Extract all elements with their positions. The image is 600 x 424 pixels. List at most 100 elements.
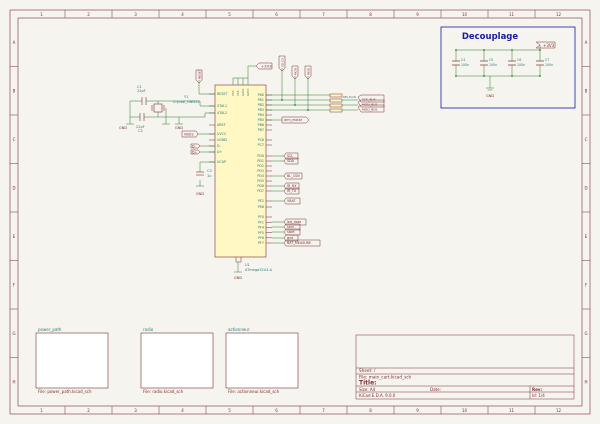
mcu-ref: U1 — [245, 263, 250, 267]
mcu-right-pin-name: PB7 — [258, 128, 264, 132]
mcu-right-pin-name: PD1 — [257, 159, 264, 163]
mcu-right-pin-name: PC6 — [258, 138, 264, 142]
frame-col-label: 3 — [134, 12, 137, 17]
vbus-label: VBUS — [184, 133, 194, 137]
frame-col-label: 7 — [322, 408, 325, 413]
mcu-right-pin-name: PE2 — [258, 199, 264, 203]
decoupling-gnd-label: GND — [486, 94, 494, 98]
crystal-value: Crystal_GND24 — [173, 100, 200, 104]
sck-bus-label: SCK_BUS — [362, 97, 376, 101]
decoupling-title: Decouplage — [462, 32, 519, 42]
title-block-size: Size: A4 — [359, 387, 376, 392]
frame-row-label: G — [584, 331, 587, 336]
frame-row-label: H — [12, 379, 15, 384]
mcu-right-pin-name: PB4 — [258, 113, 264, 117]
mcu-right-pin-name: PD0 — [257, 154, 264, 158]
dplus-label: D+ — [192, 151, 197, 155]
res-plan-label: RES_PLAN — [343, 95, 356, 99]
frame-col-label: 6 — [275, 12, 278, 17]
decoupling-net-flag: +3V3 — [535, 41, 556, 49]
decoupling-capacitor: C7100n — [536, 49, 553, 77]
right-net-label: BAT_MEASURE — [287, 241, 311, 245]
mcu-right-pin-name: PF5 — [258, 231, 264, 235]
decoupling-box: Decouplage C4100nC5100nC6100nC7100n +3V3… — [440, 26, 576, 109]
frame-col-label: 9 — [416, 12, 419, 17]
mcu-symbol: VCC VCC AVCC AVCC RESETXTAL1XTAL2AREFUVCCD-… — [209, 84, 273, 280]
decoupling-capacitor: C5100n — [480, 49, 497, 77]
sheet-actionneur[interactable]: actionneur File: actionneur.kicad_sch — [225, 327, 299, 394]
crystal-c2-ref: C2 — [138, 129, 143, 133]
frame-col-label: 11 — [509, 12, 515, 17]
frame-col-label: 2 — [87, 12, 90, 17]
frame-row-label: F — [13, 282, 16, 287]
frame-col-label: 10 — [462, 12, 468, 17]
mcu-right-pin-name: PE6 — [258, 205, 264, 209]
title-block-date: Date: — [430, 387, 441, 392]
sheet-name: actionneur — [228, 327, 250, 332]
dminus-label: D- — [192, 145, 196, 149]
decoupling-cap-ref: C7 — [545, 58, 549, 62]
frame-col-label: 9 — [416, 408, 419, 413]
mcu-left-pin-name: UGND — [217, 138, 227, 142]
mcu-right-pin-name: PF6 — [258, 236, 264, 240]
crystal-circuit: C1 22pF C2 22pF Y1 Crystal_GND24 GND GND — [119, 85, 215, 133]
mcu-value: ATmega32U4-A — [245, 268, 273, 272]
frame-row-label: D — [584, 185, 587, 190]
sheet-name: radio — [143, 327, 154, 332]
frame-col-label: 12 — [556, 408, 562, 413]
frame-row-label: B — [585, 88, 588, 93]
arm-motor-label: arm_motor — [284, 118, 303, 122]
sheet-file: File: actionneur.kicad_sch — [228, 389, 280, 394]
right-net-label: serv — [287, 225, 294, 229]
mcu-right-pin-name: PD5 — [257, 179, 264, 183]
frame-col-label: 4 — [181, 12, 184, 17]
mcu-left-pin-name: XTAL2 — [217, 111, 227, 115]
mcu-right-pin-name: PF0 — [258, 215, 264, 219]
frame-col-label: 1 — [40, 408, 43, 413]
mcu-right-pin-name: PD4 — [257, 174, 264, 178]
mcu-power-net: +3V3 — [232, 62, 273, 85]
mcu-right-pin-name: PF7 — [258, 241, 264, 245]
mcu-left-pin-name: AREF — [217, 123, 226, 127]
mcu-right-pin-name: PC7 — [258, 143, 264, 147]
mosi-label: MOSI — [293, 68, 297, 75]
frame-col-label: 2 — [87, 408, 90, 413]
right-net-label: SDA — [287, 159, 295, 163]
sheet-file: File: radio.kicad_sch — [143, 389, 184, 394]
decoupling-cap-ref: C4 — [461, 58, 465, 62]
ucap-gnd-label: GND — [196, 192, 204, 196]
mosi-bus-label: MOSI_BUS — [362, 102, 377, 106]
mcu-left-pin-name: XTAL1 — [217, 104, 227, 108]
spi-bus-wiring: SD_CS MOSI MISO RES_PLAN SCK_BUS MOSI_BU… — [266, 55, 385, 124]
decoupling-cap-value: 100n — [545, 63, 553, 67]
frame-row-label: C — [585, 137, 588, 142]
title-block-title: Title: — [359, 380, 377, 387]
sheet-radio[interactable]: radio File: radio.kicad_sch — [140, 327, 214, 394]
decoupling-cap-value: 100n — [517, 63, 525, 67]
mcu-right-pin-name: PD2 — [257, 164, 264, 168]
title-block-kicad: KiCad E.D.A. 9.0.0 — [359, 393, 396, 398]
decoupling-cap-ref: C5 — [489, 58, 493, 62]
frame-col-label: 11 — [509, 408, 515, 413]
decoupling-cap-value: 100n — [489, 63, 497, 67]
frame-col-label: 5 — [228, 12, 231, 17]
crystal-gnd-label: GND — [119, 126, 127, 130]
frame-col-label: 7 — [322, 12, 325, 17]
crystal-gnd-label-2: GND — [175, 126, 183, 130]
decoupling-capacitors: C4100nC5100nC6100nC7100n — [452, 49, 553, 77]
right-net-label: IR_RX — [287, 184, 297, 188]
mcu-right-pin-name: PF1 — [258, 220, 264, 224]
mcu-right-pin-name: PB1 — [258, 98, 264, 102]
mcu-right-pin-name: PB6 — [258, 123, 264, 127]
right-net-label: start — [287, 230, 295, 234]
schematic-canvas: 112233445566778899101011111212A AB BC CD DE E… — [9, 9, 591, 415]
mcu-left-pin-name: RESET — [217, 92, 229, 96]
ucap-val: 1u — [207, 174, 211, 178]
frame-row-label: H — [584, 379, 587, 384]
reset-label: RESET — [198, 69, 202, 79]
sheet-power_path[interactable]: power_path File: power_path.kicad_sch — [35, 327, 109, 394]
title-block-id: Id: 1/4 — [532, 393, 545, 398]
frame-col-label: 12 — [556, 12, 562, 17]
hierarchical-sheets[interactable]: power_path File: power_path.kicad_sch radi… — [35, 327, 299, 394]
decoupling-capacitor: C4100n — [452, 49, 469, 77]
